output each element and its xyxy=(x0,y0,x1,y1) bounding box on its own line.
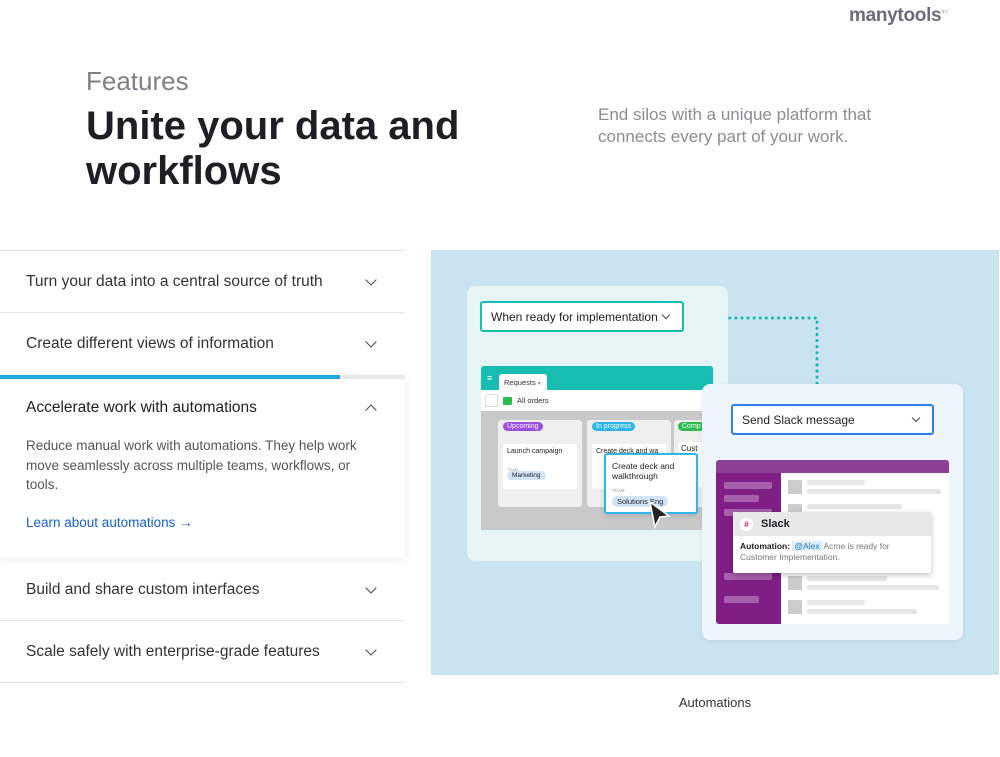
page-title: Unite your data and workflows xyxy=(86,104,460,193)
link-text: Learn about automations xyxy=(26,515,176,530)
slack-topbar xyxy=(716,460,949,473)
learn-automations-link[interactable]: Learn about automations → xyxy=(26,515,193,530)
sidebar-toggle-icon[interactable] xyxy=(485,394,498,407)
accordion-item-automations: Accelerate work with automations Reduce … xyxy=(0,375,405,558)
accordion-body: Reduce manual work with automations. The… xyxy=(26,438,357,492)
slack-icon: # xyxy=(740,517,753,531)
accordion-label: Build and share custom interfaces xyxy=(26,580,260,598)
kanban-header: ≡ Requests ▾ xyxy=(481,366,713,390)
arrow-right-icon: → xyxy=(179,515,193,530)
chevron-down-icon xyxy=(911,413,921,422)
slack-title: Slack xyxy=(761,518,790,530)
menu-icon[interactable]: ≡ xyxy=(487,373,492,383)
accordion-item-source-of-truth[interactable]: Turn your data into a central source of … xyxy=(0,250,405,313)
chevron-down-icon xyxy=(365,274,377,286)
accordion-item-enterprise[interactable]: Scale safely with enterprise-grade featu… xyxy=(0,620,405,683)
accordion-item-interfaces[interactable]: Build and share custom interfaces xyxy=(0,558,405,621)
accordion-label: Scale safely with enterprise-grade featu… xyxy=(26,642,320,660)
tab-requests[interactable]: Requests ▾ xyxy=(499,374,547,390)
action-card: Send Slack message # Slack Automation: @… xyxy=(702,384,963,640)
illustration-caption: Automations xyxy=(678,695,752,710)
chevron-down-icon xyxy=(365,643,377,656)
progress-fill xyxy=(0,375,341,379)
accordion-label: Turn your data into a central source of … xyxy=(26,273,323,290)
kanban-view-icon xyxy=(503,396,512,405)
dropdown-label: Send Slack message xyxy=(742,412,855,427)
column-tag: Comp xyxy=(678,422,705,431)
kanban-column: Upcoming Launch campaign TEAM Marketing xyxy=(498,420,582,507)
message-prefix: Automation: xyxy=(740,541,791,551)
dropdown-label: When ready for implementation xyxy=(491,309,658,324)
card-title: Create deck and walkthrough xyxy=(612,461,675,481)
manytools-logo[interactable]: manytoolstm xyxy=(849,5,948,27)
logo-text: manytools xyxy=(849,5,942,26)
trigger-dropdown[interactable]: When ready for implementation xyxy=(480,301,684,332)
accordion-item-views[interactable]: Create different views of information xyxy=(0,312,405,375)
card-title: Launch campaign xyxy=(507,448,563,455)
avatar xyxy=(788,576,802,590)
avatar xyxy=(788,480,802,494)
avatar xyxy=(788,600,802,614)
slack-notification: # Slack Automation: @Alex Acme is ready … xyxy=(733,512,931,573)
column-tag: Upcoming xyxy=(503,422,543,431)
kanban-card[interactable]: Launch campaign TEAM Marketing xyxy=(503,444,577,489)
logo-tm: tm xyxy=(941,9,948,16)
tab-label: Requests xyxy=(504,378,536,387)
accordion-label: Create different views of information xyxy=(26,335,274,352)
team-tag: Marketing xyxy=(507,471,546,480)
mention[interactable]: @Alex xyxy=(792,541,822,551)
chevron-down-icon xyxy=(365,581,377,594)
cursor-icon xyxy=(648,500,671,530)
view-name[interactable]: All orders xyxy=(517,396,549,405)
action-dropdown[interactable]: Send Slack message xyxy=(731,404,934,435)
accordion-label: Accelerate work with automations xyxy=(26,399,257,416)
accordion-header-automations[interactable]: Accelerate work with automations xyxy=(26,399,379,417)
page-subtitle: End silos with a unique platform that co… xyxy=(598,105,872,146)
section-eyebrow: Features xyxy=(86,66,189,96)
chevron-up-icon xyxy=(365,404,377,416)
progress-bar xyxy=(0,375,405,379)
column-tag: In progress xyxy=(592,422,636,431)
card-field-label: TEAM xyxy=(612,488,625,493)
chevron-down-icon xyxy=(365,336,377,348)
kanban-toolbar: All orders xyxy=(481,390,713,411)
chevron-down-icon xyxy=(661,310,671,319)
